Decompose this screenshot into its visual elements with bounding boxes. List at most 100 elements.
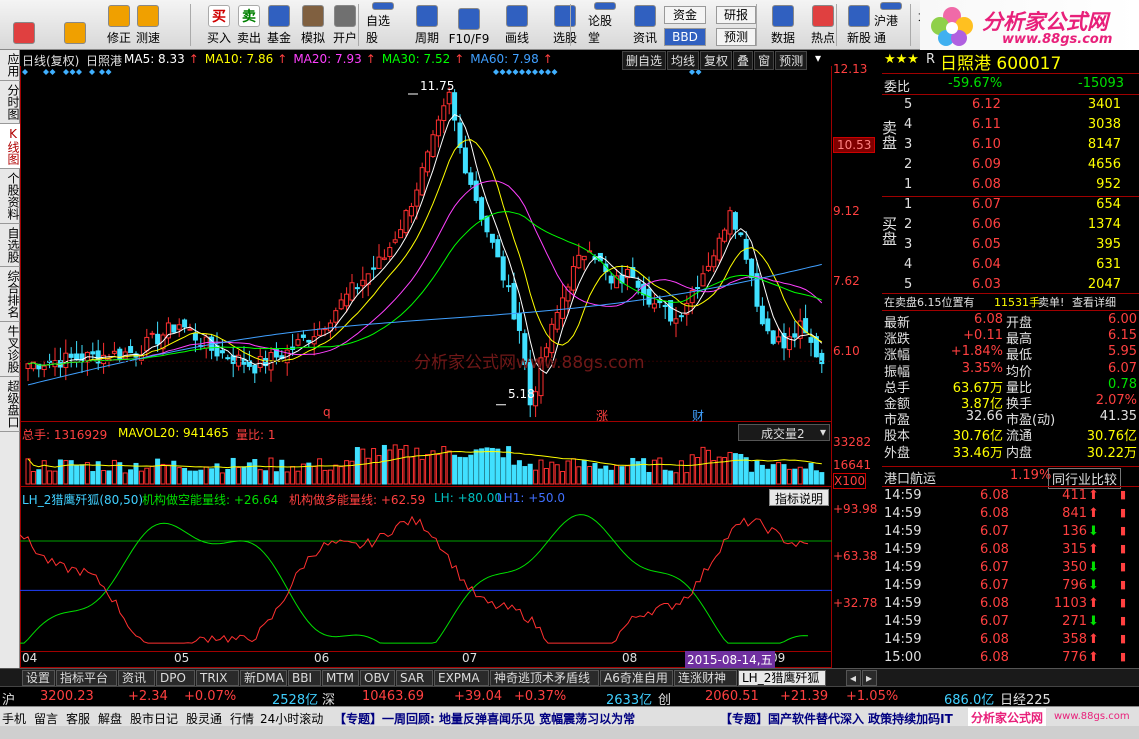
order-price[interactable]: 6.10 [972, 137, 1001, 152]
volume-bar [457, 456, 463, 485]
toolbar-button-14[interactable]: 论股堂 [588, 2, 622, 48]
candle-body [819, 352, 825, 365]
sector-name[interactable]: 港口航运 [884, 468, 936, 487]
toolbar-button-15[interactable]: 资讯 [628, 2, 662, 48]
volume-indicator-dropdown[interactable]: 成交量2 ▾ [738, 424, 830, 441]
toolbar-button-17[interactable]: 热点 [806, 2, 840, 48]
sh-index-value[interactable]: 3200.23 [40, 689, 94, 704]
order-price[interactable]: 6.11 [972, 117, 1001, 132]
toolbar-button-1[interactable] [58, 2, 92, 48]
indicator-tab-5[interactable]: 新DMA [240, 670, 287, 686]
toolbar-button-7[interactable]: 模拟 [296, 2, 330, 48]
toolbar-button-6[interactable]: 基金 [262, 2, 296, 48]
status-link-5[interactable]: 股灵通 [186, 710, 222, 727]
indicator-tab-14[interactable]: LH_2猎鹰歼狐 [738, 670, 826, 686]
indicator-help-button[interactable]: 指标说明 [769, 489, 829, 506]
chart-option-button[interactable]: 复权 [700, 51, 733, 70]
tick-price: 6.07 [980, 524, 1009, 539]
chart-option-button[interactable]: 叠 [733, 51, 754, 70]
quote-row: 14:59 6.08 411 ⬆ ▮ [882, 488, 1139, 506]
chart-option-button[interactable]: 均线 [667, 51, 700, 70]
order-price[interactable]: 6.06 [972, 217, 1001, 232]
indicator-tab-4[interactable]: TRIX [196, 670, 239, 686]
toolbar-button-10[interactable]: 周期 [410, 2, 444, 48]
indicator-tab-10[interactable]: EXPMA [434, 670, 489, 686]
indicator-tab-2[interactable]: 资讯 [118, 670, 155, 686]
indicator-tab-11[interactable]: 神奇逃顶术矛盾线 [490, 670, 599, 686]
indicator-tab-12[interactable]: A6奇准自用 [600, 670, 673, 686]
toolbar-button-13[interactable]: 选股 [548, 2, 582, 48]
status-link-2[interactable]: 客服 [66, 710, 90, 727]
scroll-left-icon[interactable]: ◂ [846, 670, 861, 686]
stock-name-code[interactable]: 日照港 600017 [940, 49, 1061, 74]
order-price[interactable]: 6.03 [972, 277, 1001, 292]
volume-bar [624, 465, 630, 485]
chart-option-button[interactable]: 删自选 [622, 51, 667, 70]
toolbar-mini-button[interactable]: 研报 [716, 6, 756, 24]
indicator-tab-7[interactable]: MTM [322, 670, 359, 686]
toolbar-mini-button[interactable]: 资金 [664, 6, 706, 24]
indicator-tab-13[interactable]: 连涨财神 [674, 670, 737, 686]
status-link-1[interactable]: 留言 [34, 710, 58, 727]
toolbar-button-0[interactable] [4, 2, 44, 48]
status-link-4[interactable]: 股市日记 [130, 710, 178, 727]
volume-bar [516, 460, 522, 485]
cy-index-value[interactable]: 2060.51 [705, 689, 759, 704]
left-tab-5[interactable]: 综合排名 [0, 267, 20, 322]
event-marker[interactable]: 财 [692, 407, 704, 424]
chart-option-button[interactable]: 窗 [754, 51, 775, 70]
toolbar-button-11[interactable]: F10/F9 [449, 2, 489, 48]
status-link-7[interactable]: 24小时滚动 [260, 710, 323, 727]
indicator-tab-0[interactable]: 设置 [22, 670, 55, 686]
toolbar-button-16[interactable]: 数据 [766, 2, 800, 48]
order-price[interactable]: 6.04 [972, 257, 1001, 272]
toolbar-button-18[interactable]: 新股 [842, 2, 876, 48]
chart-option-button[interactable]: 预测 [775, 51, 808, 70]
toolbar-mini-button[interactable]: BBD [664, 28, 706, 46]
order-price[interactable]: 6.08 [972, 177, 1001, 192]
toolbar-button-3[interactable]: 测速 [131, 2, 165, 48]
toolbar-button-19[interactable]: 沪港通 [874, 2, 908, 48]
tick-flag-icon: ▮ [1120, 542, 1127, 555]
left-tab-0[interactable]: 应用 [0, 50, 20, 81]
status-link-0[interactable]: 手机 [2, 710, 26, 727]
event-marker[interactable]: q [323, 405, 331, 419]
order-price[interactable]: 6.09 [972, 157, 1001, 172]
order-price[interactable]: 6.12 [972, 97, 1001, 112]
left-tab-7[interactable]: 超级盘口 [0, 377, 20, 432]
status-link-6[interactable]: 行情 [230, 710, 254, 727]
toolbar-button-5[interactable]: 卖卖出 [232, 2, 266, 48]
toolbar-button-4[interactable]: 买买入 [202, 2, 236, 48]
volume-bar [738, 453, 744, 485]
sz-index-value[interactable]: 10463.69 [362, 689, 424, 704]
scroll-right-icon[interactable]: ▸ [862, 670, 877, 686]
order-price[interactable]: 6.07 [972, 197, 1001, 212]
left-tab-3[interactable]: 个股资料 [0, 169, 20, 224]
volume-bar [813, 470, 819, 485]
left-tab-2[interactable]: K线图 [0, 124, 20, 169]
toolbar-mini-button[interactable]: 预测 [716, 28, 756, 46]
indicator-tab-1[interactable]: 指标平台 [56, 670, 117, 686]
left-tab-1[interactable]: 分时图 [0, 81, 20, 124]
indicator-tab-9[interactable]: SAR [396, 670, 433, 686]
volume-bar [290, 466, 296, 485]
event-marker[interactable]: 涨 [596, 407, 608, 424]
indicator-tab-6[interactable]: BBI [288, 670, 321, 686]
volume-bar [376, 455, 382, 485]
chart-menu-arrow-icon[interactable]: ▾ [815, 51, 821, 65]
news-headline[interactable]: 【专题】国产软件替代深入 政策持续加码IT [720, 710, 953, 727]
toolbar-button-12[interactable]: 画线 [500, 2, 534, 48]
left-tab-6[interactable]: 牛叉诊股 [0, 322, 20, 377]
toolbar-button-8[interactable]: 开户 [328, 2, 362, 48]
news-headline[interactable]: 【专题】一周回顾: 地量反弹喜闻乐见 宽幅震荡习以为常 [334, 710, 635, 727]
order-level: 3 [904, 237, 913, 252]
toolbar-button-9[interactable]: 自选股 [366, 2, 400, 48]
indicator-tab-3[interactable]: DPO [156, 670, 195, 686]
volume-bar [662, 469, 668, 485]
status-link-3[interactable]: 解盘 [98, 710, 122, 727]
left-tab-4[interactable]: 自选股 [0, 224, 20, 267]
chart-button-group: 删自选 均线 复权叠窗预测 [622, 51, 808, 70]
order-price[interactable]: 6.05 [972, 237, 1001, 252]
notice-detail-link[interactable]: 查看详细 [1072, 294, 1116, 310]
indicator-tab-8[interactable]: OBV [360, 670, 395, 686]
